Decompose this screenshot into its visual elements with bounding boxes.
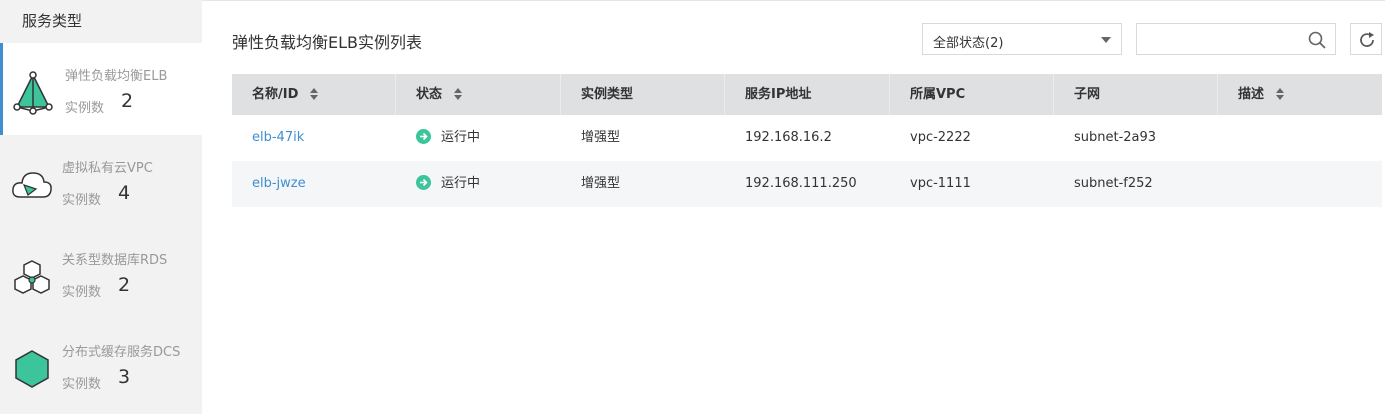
search-input[interactable] bbox=[1143, 28, 1303, 50]
rds-icon bbox=[14, 260, 50, 294]
dcs-icon bbox=[15, 350, 49, 388]
sidebar-header: 服务类型 bbox=[0, 0, 202, 43]
subnet-cell: subnet-f252 bbox=[1074, 176, 1153, 191]
column-header-label: 所属VPC bbox=[910, 87, 966, 102]
sidebar-item-dcs[interactable]: 分布式缓存服务DCS 实例数 3 bbox=[0, 319, 202, 411]
sidebar-item-elb[interactable]: 弹性负载均衡ELB 实例数 2 bbox=[0, 43, 202, 135]
sidebar-item-name: 分布式缓存服务DCS bbox=[62, 345, 181, 360]
column-header-status[interactable]: 状态 bbox=[396, 74, 561, 115]
sidebar-item-rds[interactable]: 关系型数据库RDS 实例数 2 bbox=[0, 227, 202, 319]
status-text: 运行中 bbox=[441, 130, 481, 145]
refresh-button[interactable] bbox=[1350, 23, 1382, 55]
search-box bbox=[1136, 23, 1336, 55]
description-cell bbox=[1218, 161, 1382, 207]
column-header-name[interactable]: 名称/ID bbox=[232, 74, 396, 115]
column-header-ip: 服务IP地址 bbox=[725, 74, 890, 115]
instance-type-cell: 增强型 bbox=[581, 130, 621, 145]
instance-table: 名称/ID 状态 实例类型 服务IP地址 所属VPC 子网 描述 elb-47i… bbox=[232, 74, 1382, 207]
column-header-label: 子网 bbox=[1074, 87, 1101, 102]
count-label: 实例数 bbox=[62, 285, 102, 300]
status-cell: 运行中 bbox=[396, 115, 561, 161]
column-header-label: 名称/ID bbox=[252, 87, 299, 102]
sidebar-item-name: 弹性负载均衡ELB bbox=[65, 69, 168, 84]
status-filter-select[interactable]: 全部状态(2) bbox=[922, 23, 1122, 55]
column-header-label: 服务IP地址 bbox=[745, 87, 812, 102]
column-header-label: 状态 bbox=[416, 87, 443, 102]
instance-count: 2 bbox=[121, 90, 134, 112]
service-type-sidebar: 服务类型 弹性负载均衡ELB 实例数 2 虚拟私有云VPC 实例数 4 关系型数… bbox=[0, 0, 202, 414]
column-header-label: 描述 bbox=[1238, 87, 1265, 102]
column-header-description[interactable]: 描述 bbox=[1218, 74, 1382, 115]
instance-type-cell: 增强型 bbox=[581, 176, 621, 191]
column-header-label: 实例类型 bbox=[581, 87, 634, 102]
vpc-cell: vpc-1111 bbox=[910, 176, 971, 191]
instance-name-link[interactable]: elb-jwze bbox=[232, 161, 396, 207]
sidebar-item-vpc[interactable]: 虚拟私有云VPC 实例数 4 bbox=[0, 135, 202, 227]
running-status-icon bbox=[416, 129, 431, 144]
column-header-subnet: 子网 bbox=[1054, 74, 1218, 115]
instance-count: 4 bbox=[118, 182, 131, 204]
sort-icon[interactable] bbox=[1276, 87, 1285, 100]
refresh-icon bbox=[1360, 32, 1374, 47]
description-cell bbox=[1218, 115, 1382, 161]
instance-count: 3 bbox=[118, 366, 131, 388]
service-ip-cell: 192.168.16.2 bbox=[745, 130, 832, 145]
column-header-vpc: 所属VPC bbox=[890, 74, 1054, 115]
elb-icon bbox=[13, 71, 53, 115]
status-cell: 运行中 bbox=[396, 161, 561, 207]
count-label: 实例数 bbox=[62, 377, 102, 392]
instance-name-link[interactable]: elb-47ik bbox=[232, 115, 396, 161]
page-title: 弹性负载均衡ELB实例列表 bbox=[232, 33, 423, 52]
table-header: 名称/ID 状态 实例类型 服务IP地址 所属VPC 子网 描述 bbox=[232, 74, 1382, 115]
table-row: elb-jwze 运行中 增强型 192.168.111.250 vpc-111… bbox=[232, 161, 1382, 207]
service-ip-cell: 192.168.111.250 bbox=[745, 176, 857, 191]
search-icon[interactable] bbox=[1307, 30, 1327, 50]
top-divider bbox=[202, 0, 1385, 2]
instance-count: 2 bbox=[118, 274, 131, 296]
sidebar-item-name: 关系型数据库RDS bbox=[62, 253, 168, 268]
status-filter-value: 全部状态(2) bbox=[933, 36, 1004, 51]
running-status-icon bbox=[416, 175, 431, 190]
count-label: 实例数 bbox=[62, 193, 102, 208]
subnet-cell: subnet-2a93 bbox=[1074, 130, 1157, 145]
sort-icon[interactable] bbox=[310, 87, 319, 100]
sidebar-item-name: 虚拟私有云VPC bbox=[62, 161, 153, 176]
vpc-cloud-icon bbox=[12, 172, 52, 198]
table-row: elb-47ik 运行中 增强型 192.168.16.2 vpc-2222 s… bbox=[232, 115, 1382, 161]
sort-icon[interactable] bbox=[454, 87, 463, 100]
column-header-type: 实例类型 bbox=[561, 74, 725, 115]
count-label: 实例数 bbox=[65, 101, 105, 116]
vpc-cell: vpc-2222 bbox=[910, 130, 971, 145]
status-text: 运行中 bbox=[441, 176, 481, 191]
chevron-down-icon bbox=[1101, 37, 1111, 43]
